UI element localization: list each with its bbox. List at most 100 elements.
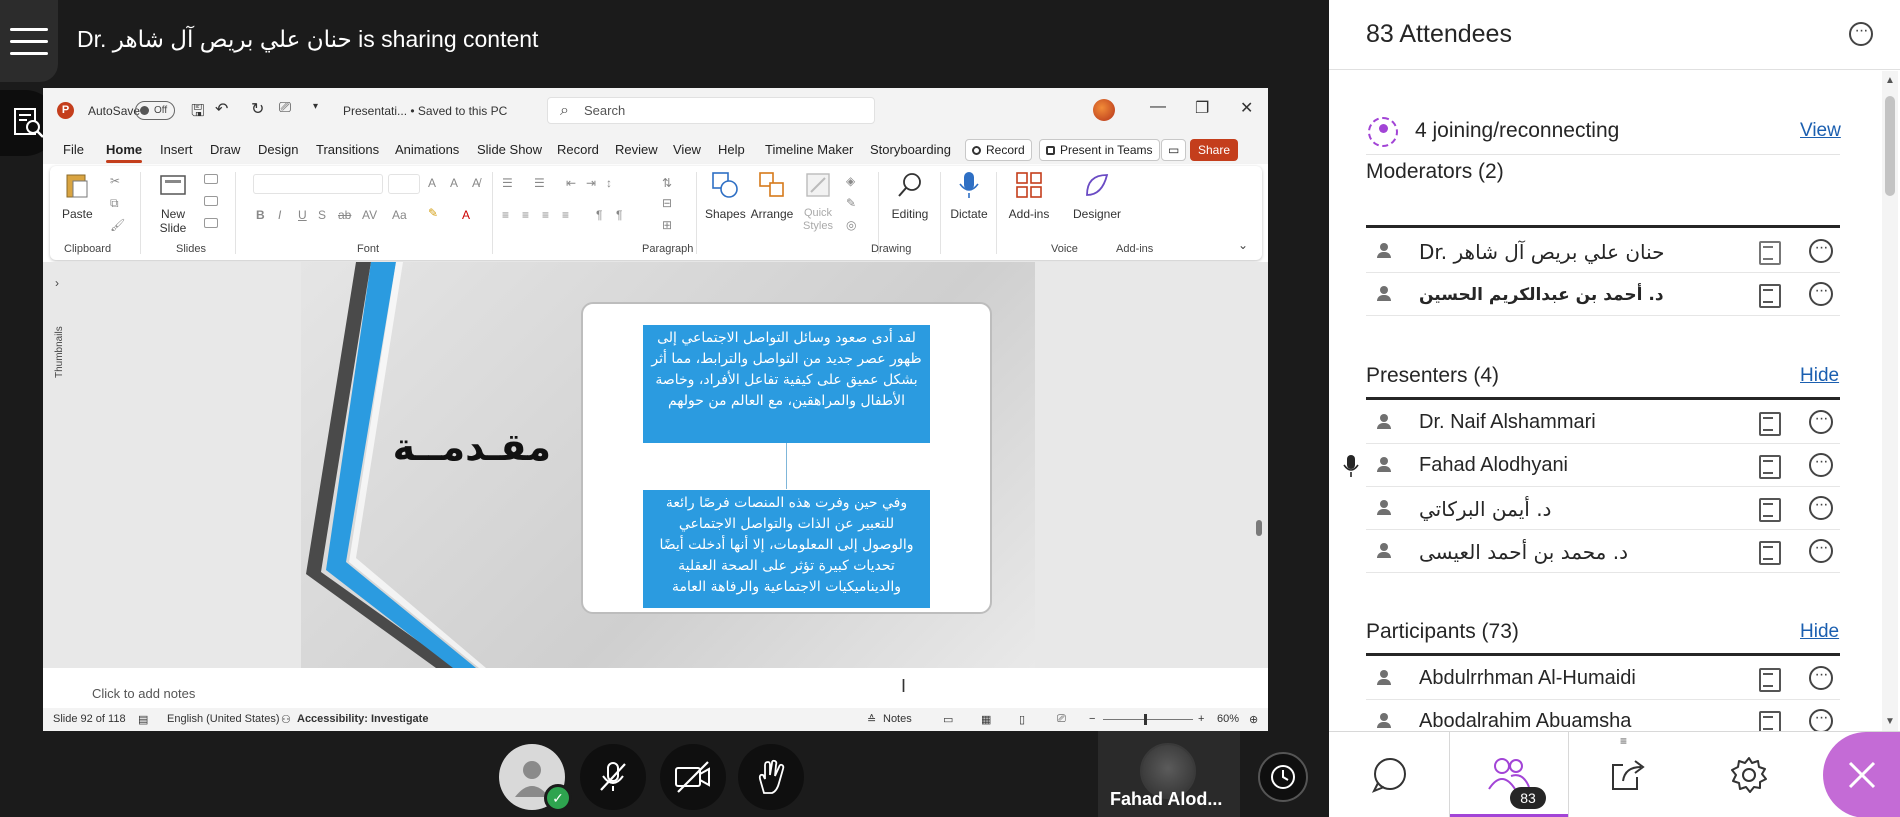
zoom-slider[interactable] [1103,719,1193,720]
hide-presenters-link[interactable]: Hide [1800,365,1839,387]
expand-thumbnails-icon[interactable]: › [55,276,59,290]
hide-participants-link[interactable]: Hide [1800,621,1839,643]
highlight-icon[interactable]: ✎ [428,206,438,220]
font-color-icon[interactable]: A [462,208,470,222]
more-options-icon[interactable]: ··· [1849,22,1873,46]
bold-icon[interactable]: B [256,208,265,222]
attendee-options-icon[interactable]: ··· [1809,239,1833,263]
line-spacing-icon[interactable]: ↕ [606,176,612,190]
list-item[interactable]: د. أحمد بن عبدالكريم الحسين ··· [1366,273,1840,316]
document-title[interactable]: Presentati... • Saved to this PC [343,104,507,118]
tab-help[interactable]: Help [718,142,745,157]
addins-button[interactable]: Add-ins [1002,170,1056,221]
fit-slide-icon[interactable]: ⊕ [1249,713,1258,726]
redo-icon[interactable]: ↻ [251,99,264,119]
list-item[interactable]: Abdulrrhman Al-Humaidi ··· [1366,657,1840,700]
attendee-options-icon[interactable]: ··· [1809,666,1833,690]
tab-view[interactable]: View [673,142,701,157]
share-button[interactable]: Share [1190,139,1239,161]
tab-design[interactable]: Design [258,142,298,157]
grow-font-icon[interactable]: A [428,176,436,190]
list-item[interactable]: Abodalrahim Abuamsha ··· [1366,700,1840,731]
slide-text-box-1[interactable]: لقد أدى صعود وسائل التواصل الاجتماعي إلى… [643,325,930,443]
tab-timeline-maker[interactable]: Timeline Maker [765,142,853,157]
scroll-down-icon[interactable]: ▼ [1885,716,1895,727]
shapes-button[interactable]: Shapes [705,170,746,221]
pp-search-box[interactable]: Search [547,97,875,124]
present-in-teams-button[interactable]: Present in Teams [1039,139,1160,161]
tab-record[interactable]: Record [557,142,599,157]
shape-fill-icon[interactable]: ◈ [846,174,855,188]
attendee-options-icon[interactable]: ··· [1809,496,1833,520]
change-case-icon[interactable]: Aa [392,208,407,222]
scroll-up-icon[interactable]: ▲ [1885,75,1895,86]
restore-icon[interactable]: ❐ [1195,98,1209,118]
autosave-toggle[interactable]: Off [135,101,175,120]
underline-icon[interactable]: U [298,208,307,222]
reading-view-icon[interactable]: ▯ [1019,713,1025,726]
share-content-button[interactable] [1569,732,1689,817]
minimize-icon[interactable]: — [1150,98,1166,116]
hamburger-menu-button[interactable] [0,0,58,82]
zoom-slider-thumb[interactable] [1144,714,1147,725]
designer-button[interactable]: Designer [1068,170,1126,221]
decrease-indent-icon[interactable]: ⇤ [566,176,576,190]
italic-icon[interactable]: I [278,208,281,222]
quick-styles-button[interactable]: Quick Styles [798,170,838,233]
session-timer-button[interactable] [1258,752,1308,802]
attendee-options-icon[interactable]: ··· [1809,282,1833,306]
accessibility-icon[interactable]: ⚇ [281,713,291,726]
arrange-button[interactable]: Arrange [750,170,794,221]
raise-hand-button[interactable] [738,744,804,810]
attendees-scroll-thumb[interactable] [1885,96,1895,196]
attendee-options-icon[interactable]: ··· [1809,410,1833,434]
comments-button[interactable]: ▭ [1161,139,1187,161]
close-window-icon[interactable]: ✕ [1240,98,1253,118]
attendees-button[interactable]: ≡ 83 [1449,732,1627,817]
notes-placeholder[interactable]: Click to add notes [92,686,195,701]
editing-button[interactable]: Editing [886,170,934,221]
microphone-toggle-button[interactable] [580,744,646,810]
list-item[interactable]: Dr. حنان علي بريص آل شاهر ··· [1366,230,1840,273]
tab-animations[interactable]: Animations [395,142,459,157]
attendees-list[interactable]: 4 joining/reconnecting View Moderators (… [1329,71,1900,731]
list-item[interactable]: Fahad Alodhyani ··· [1366,444,1840,487]
align-right-icon[interactable]: ≡ [542,208,549,222]
close-panel-button[interactable] [1823,732,1900,817]
slide-scroll-thumb[interactable] [1256,520,1262,536]
current-slide[interactable]: مقـدمــة لقد أدى صعود وسائل التواصل الاج… [301,262,1035,668]
slide-text-box-2[interactable]: وفي حين وفرت هذه المنصات فرصًا رائعة للت… [643,490,930,608]
rtl-icon[interactable]: ¶ [596,208,602,222]
tab-review[interactable]: Review [615,142,658,157]
list-item[interactable]: د. محمد بن أحمد العيسى ··· [1366,530,1840,573]
list-item[interactable]: Dr. Naif Alshammari ··· [1366,401,1840,444]
user-avatar[interactable] [1093,99,1115,121]
zoom-level[interactable]: 60% [1217,713,1239,725]
tab-file[interactable]: File [63,142,84,157]
slide-title[interactable]: مقـدمــة [393,425,551,469]
section-icon[interactable] [204,218,218,228]
settings-button[interactable] [1689,732,1809,817]
view-joining-link[interactable]: View [1800,120,1841,142]
present-from-start-icon[interactable]: ⎚ [279,99,291,116]
align-text-icon[interactable]: ⊟ [662,196,672,210]
char-spacing-icon[interactable]: AV [362,208,377,222]
smartart-icon[interactable]: ⊞ [662,218,672,232]
undo-icon[interactable]: ↶ [215,99,228,119]
notes-toggle[interactable]: Notes [883,713,912,725]
increase-indent-icon[interactable]: ⇥ [586,176,596,190]
font-size-box[interactable] [388,174,420,194]
qat-customize-icon[interactable]: ▾ [313,101,318,112]
cut-icon[interactable]: ✂ [110,174,120,188]
tab-home[interactable]: Home [106,142,143,163]
clear-format-icon[interactable]: A̸ [472,176,480,190]
tab-transitions[interactable]: Transitions [316,142,379,157]
dictate-button[interactable]: Dictate [947,170,991,221]
format-painter-icon[interactable]: 🖌 [110,218,125,232]
align-left-icon[interactable]: ≡ [502,208,509,222]
save-icon[interactable]: 🖫 [191,100,205,127]
spellcheck-icon[interactable]: ▤ [138,713,148,726]
tab-storyboarding[interactable]: Storyboarding [870,142,951,157]
shape-outline-icon[interactable]: ✎ [846,196,856,210]
numbering-icon[interactable]: ☰ [534,176,545,190]
